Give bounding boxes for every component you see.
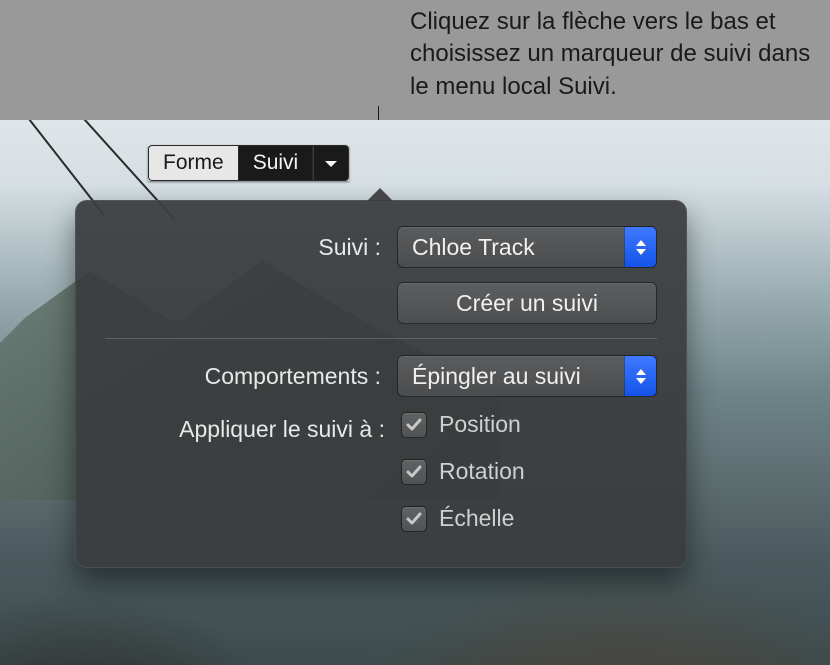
callout-text: Cliquez sur la flèche vers le bas et cho… [410,6,820,103]
suivi-popover: Suivi : Chloe Track Créer un suivi Compo… [75,200,687,568]
canvas-viewer: Forme Suivi Suivi : Chloe Track [0,120,830,665]
create-track-button[interactable]: Créer un suivi [397,282,657,324]
track-select-value: Chloe Track [398,234,624,261]
checkbox-rotation-label: Rotation [439,458,525,485]
check-icon [406,418,422,432]
checkbox-position[interactable] [401,412,427,438]
suivi-dropdown-toggle[interactable] [313,145,349,181]
checkbox-echelle-label: Échelle [439,505,514,532]
track-select[interactable]: Chloe Track [397,226,657,268]
checkbox-echelle[interactable] [401,506,427,532]
separator [105,338,657,339]
stepper-arrows-icon [624,227,656,267]
behavior-select-value: Épingler au suivi [398,363,624,390]
label-suivi: Suivi : [105,234,397,261]
check-icon [406,465,422,479]
check-icon [406,512,422,526]
behavior-select[interactable]: Épingler au suivi [397,355,657,397]
tab-forme[interactable]: Forme [148,145,238,181]
inspector-bar: Forme Suivi [148,145,349,181]
checkbox-rotation[interactable] [401,459,427,485]
chevron-down-icon [324,151,338,175]
label-comportements: Comportements : [105,363,397,390]
label-apply-to: Appliquer le suivi à : [105,416,401,443]
checkbox-position-label: Position [439,411,521,438]
tab-suivi[interactable]: Suivi [238,145,314,181]
stepper-arrows-icon [624,356,656,396]
